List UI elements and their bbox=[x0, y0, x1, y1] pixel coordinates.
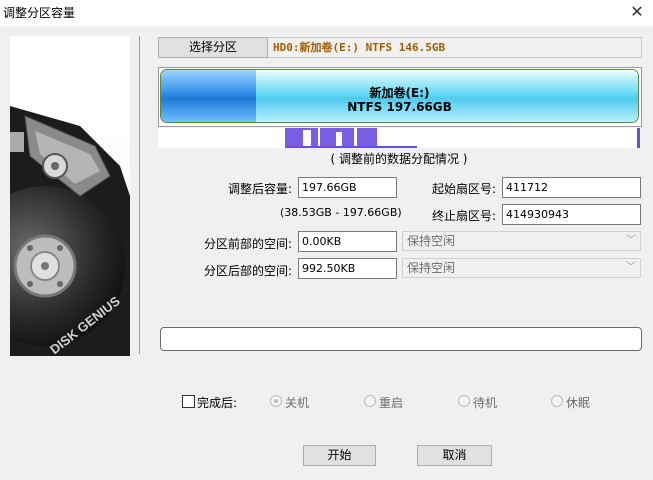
title-bar bbox=[0, 0, 653, 26]
window-title: 调整分区容量 bbox=[3, 6, 76, 20]
start-sector-field[interactable]: 411712 bbox=[502, 177, 641, 198]
space-before-label: 分区前部的空间: bbox=[203, 237, 292, 251]
space-after-select[interactable]: 保持空闲 ﹀ bbox=[402, 258, 641, 278]
separator bbox=[139, 36, 140, 354]
new-size-label: 调整后容量: bbox=[227, 182, 292, 196]
start-button[interactable]: 开始 bbox=[303, 445, 376, 466]
end-sector-field[interactable]: 414930943 bbox=[502, 204, 641, 225]
size-range: (38.53GB - 197.66GB) bbox=[280, 206, 402, 219]
after-finish-checkbox[interactable] bbox=[182, 395, 195, 408]
space-before-select[interactable]: 保持空闲 ﹀ bbox=[402, 231, 641, 251]
after-finish-label: 完成后: bbox=[197, 396, 238, 410]
new-size-field[interactable]: 197.66GB bbox=[298, 177, 397, 198]
radio-standby[interactable] bbox=[458, 395, 470, 407]
partition-info: HD0:新加卷(E:) NTFS 146.5GB bbox=[268, 37, 642, 58]
select-partition-button[interactable]: 选择分区 bbox=[158, 37, 268, 58]
space-after-label: 分区后部的空间: bbox=[203, 264, 292, 278]
radio-hibernate-label: 休眠 bbox=[566, 396, 591, 410]
space-before-select-value: 保持空闲 bbox=[407, 234, 456, 248]
progress-bar bbox=[160, 327, 642, 351]
partition-bar-name: 新加卷(E:) bbox=[369, 86, 430, 100]
start-sector-label: 起始扇区号: bbox=[431, 182, 496, 196]
partition-bar-text: NTFS 197.66GB bbox=[347, 100, 452, 114]
radio-shutdown-label: 关机 bbox=[285, 396, 310, 410]
space-after-field[interactable]: 992.50KB bbox=[298, 258, 397, 279]
close-icon[interactable]: ✕ bbox=[628, 3, 646, 21]
disk-genius-image: DISK GENIUS bbox=[10, 36, 130, 356]
end-sector-label: 终止扇区号: bbox=[431, 209, 496, 223]
radio-hibernate[interactable] bbox=[551, 395, 563, 407]
radio-shutdown[interactable] bbox=[270, 395, 282, 407]
chevron-down-icon: ﹀ bbox=[626, 235, 636, 246]
chevron-down-icon: ﹀ bbox=[626, 262, 636, 273]
space-before-field[interactable]: 0.00KB bbox=[298, 231, 397, 252]
data-distribution-map bbox=[158, 128, 640, 148]
space-after-select-value: 保持空闲 bbox=[407, 261, 456, 275]
map-caption: ( 调整前的数据分配情况 ) bbox=[330, 152, 468, 166]
radio-restart[interactable] bbox=[364, 395, 376, 407]
radio-standby-label: 待机 bbox=[473, 396, 498, 410]
radio-restart-label: 重启 bbox=[379, 396, 404, 410]
cancel-button[interactable]: 取消 bbox=[417, 445, 492, 466]
